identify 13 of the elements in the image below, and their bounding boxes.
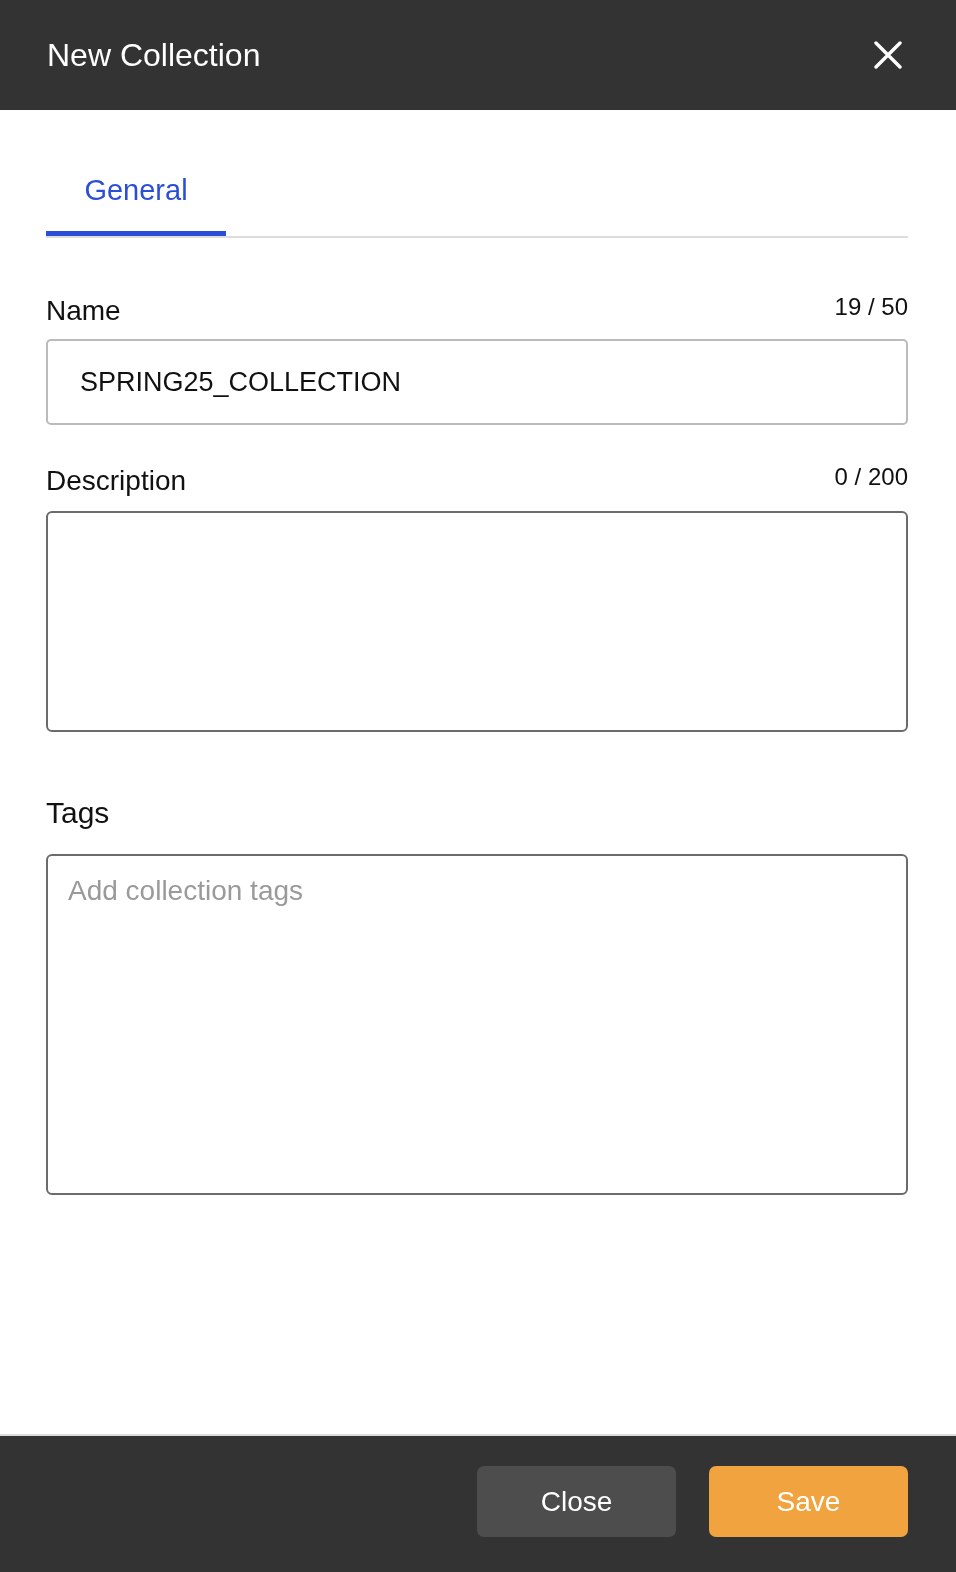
name-input[interactable]: SPRING25_COLLECTION <box>46 339 908 425</box>
character-counter: 19 / 50 <box>834 293 908 322</box>
description-field[interactable] <box>46 511 908 732</box>
character-counter: 0 / 200 <box>834 463 908 492</box>
tags-field[interactable]: Add collection tags <box>46 854 908 1195</box>
close-button[interactable] <box>872 39 904 71</box>
field-label: Tags <box>46 797 110 829</box>
field-label: Name <box>46 295 121 327</box>
close-button[interactable]: Close <box>477 1466 676 1537</box>
dialog-title: New Collection <box>47 37 261 73</box>
field-label: Description <box>46 465 187 497</box>
close-icon <box>874 41 902 69</box>
tab[interactable]: General <box>46 150 226 236</box>
